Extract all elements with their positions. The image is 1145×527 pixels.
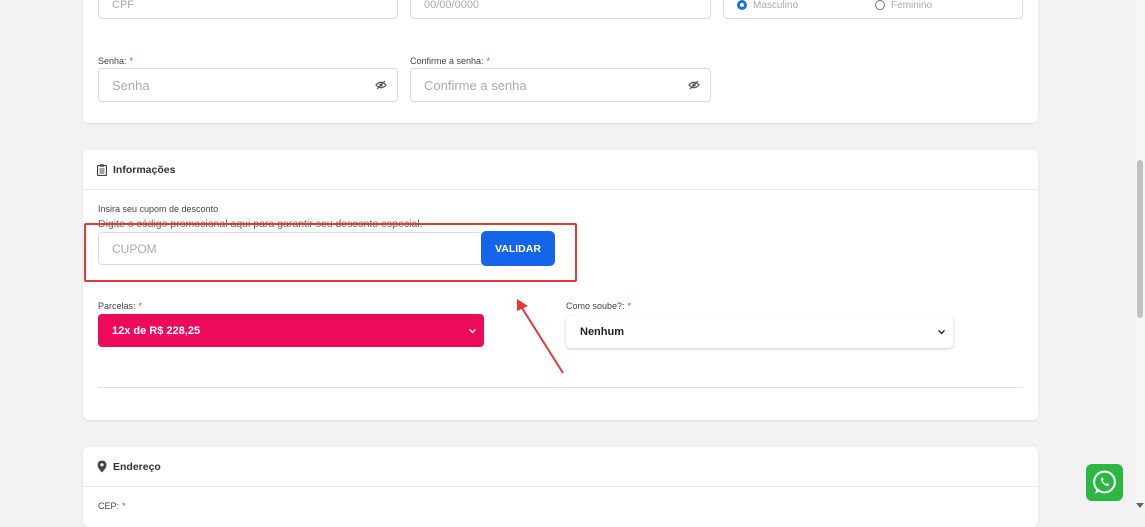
- eye-slash-icon[interactable]: [688, 80, 700, 90]
- como-soube-value: Nenhum: [580, 326, 624, 338]
- personal-data-card: CPF 00/00/0000 Masculino Feminino Senha:…: [83, 0, 1038, 123]
- gender-radio-group: Masculino Feminino: [723, 0, 1023, 19]
- chevron-down-icon: [469, 328, 476, 333]
- scroll-down-arrow-icon[interactable]: [1136, 503, 1144, 509]
- radio-masculino-label: Masculino: [753, 0, 799, 11]
- birthdate-placeholder: 00/00/0000: [424, 0, 480, 11]
- annotation-highlight-box: [84, 223, 577, 282]
- radio-feminino-label: Feminino: [891, 0, 933, 11]
- confirm-senha-input[interactable]: Confirme a senha: [410, 68, 711, 102]
- section-divider: [98, 387, 1023, 388]
- confirm-senha-placeholder: Confirme a senha: [424, 77, 527, 93]
- cep-label: CEP: *: [98, 501, 126, 511]
- radio-masculino[interactable]: [737, 0, 747, 10]
- whatsapp-icon: [1093, 470, 1116, 494]
- whatsapp-button[interactable]: [1086, 464, 1123, 501]
- clipboard-icon: [97, 163, 107, 176]
- cpf-placeholder: CPF: [112, 0, 134, 11]
- como-soube-select[interactable]: Nenhum: [566, 316, 953, 348]
- cpf-input[interactable]: CPF: [98, 0, 398, 19]
- como-soube-label: Como soube?: *: [566, 301, 632, 311]
- birthdate-input[interactable]: 00/00/0000: [410, 0, 711, 19]
- informacoes-card: Informações Insira seu cupom de desconto…: [83, 150, 1038, 420]
- senha-label: Senha: *: [98, 56, 134, 66]
- eye-slash-icon[interactable]: [375, 80, 387, 90]
- parcelas-select[interactable]: 12x de R$ 228,25: [98, 314, 484, 347]
- map-marker-icon: [97, 460, 107, 473]
- confirm-senha-label: Confirme a senha: *: [410, 56, 491, 66]
- chevron-down-icon: [938, 329, 945, 335]
- scrollbar-thumb[interactable]: [1137, 160, 1143, 318]
- coupon-label: Insira seu cupom de desconto: [98, 204, 219, 214]
- endereco-card: Endereço CEP: *: [83, 447, 1038, 527]
- informacoes-header: Informações: [83, 150, 1038, 190]
- scrollbar-track[interactable]: [1135, 0, 1145, 511]
- endereco-header: Endereço: [83, 447, 1038, 487]
- parcelas-value: 12x de R$ 228,25: [112, 324, 201, 337]
- senha-input[interactable]: Senha: [98, 68, 398, 102]
- parcelas-label: Parcelas: *: [98, 301, 143, 311]
- informacoes-title: Informações: [113, 163, 176, 176]
- senha-placeholder: Senha: [112, 77, 150, 93]
- endereco-title: Endereço: [113, 460, 161, 473]
- radio-feminino[interactable]: [875, 0, 885, 10]
